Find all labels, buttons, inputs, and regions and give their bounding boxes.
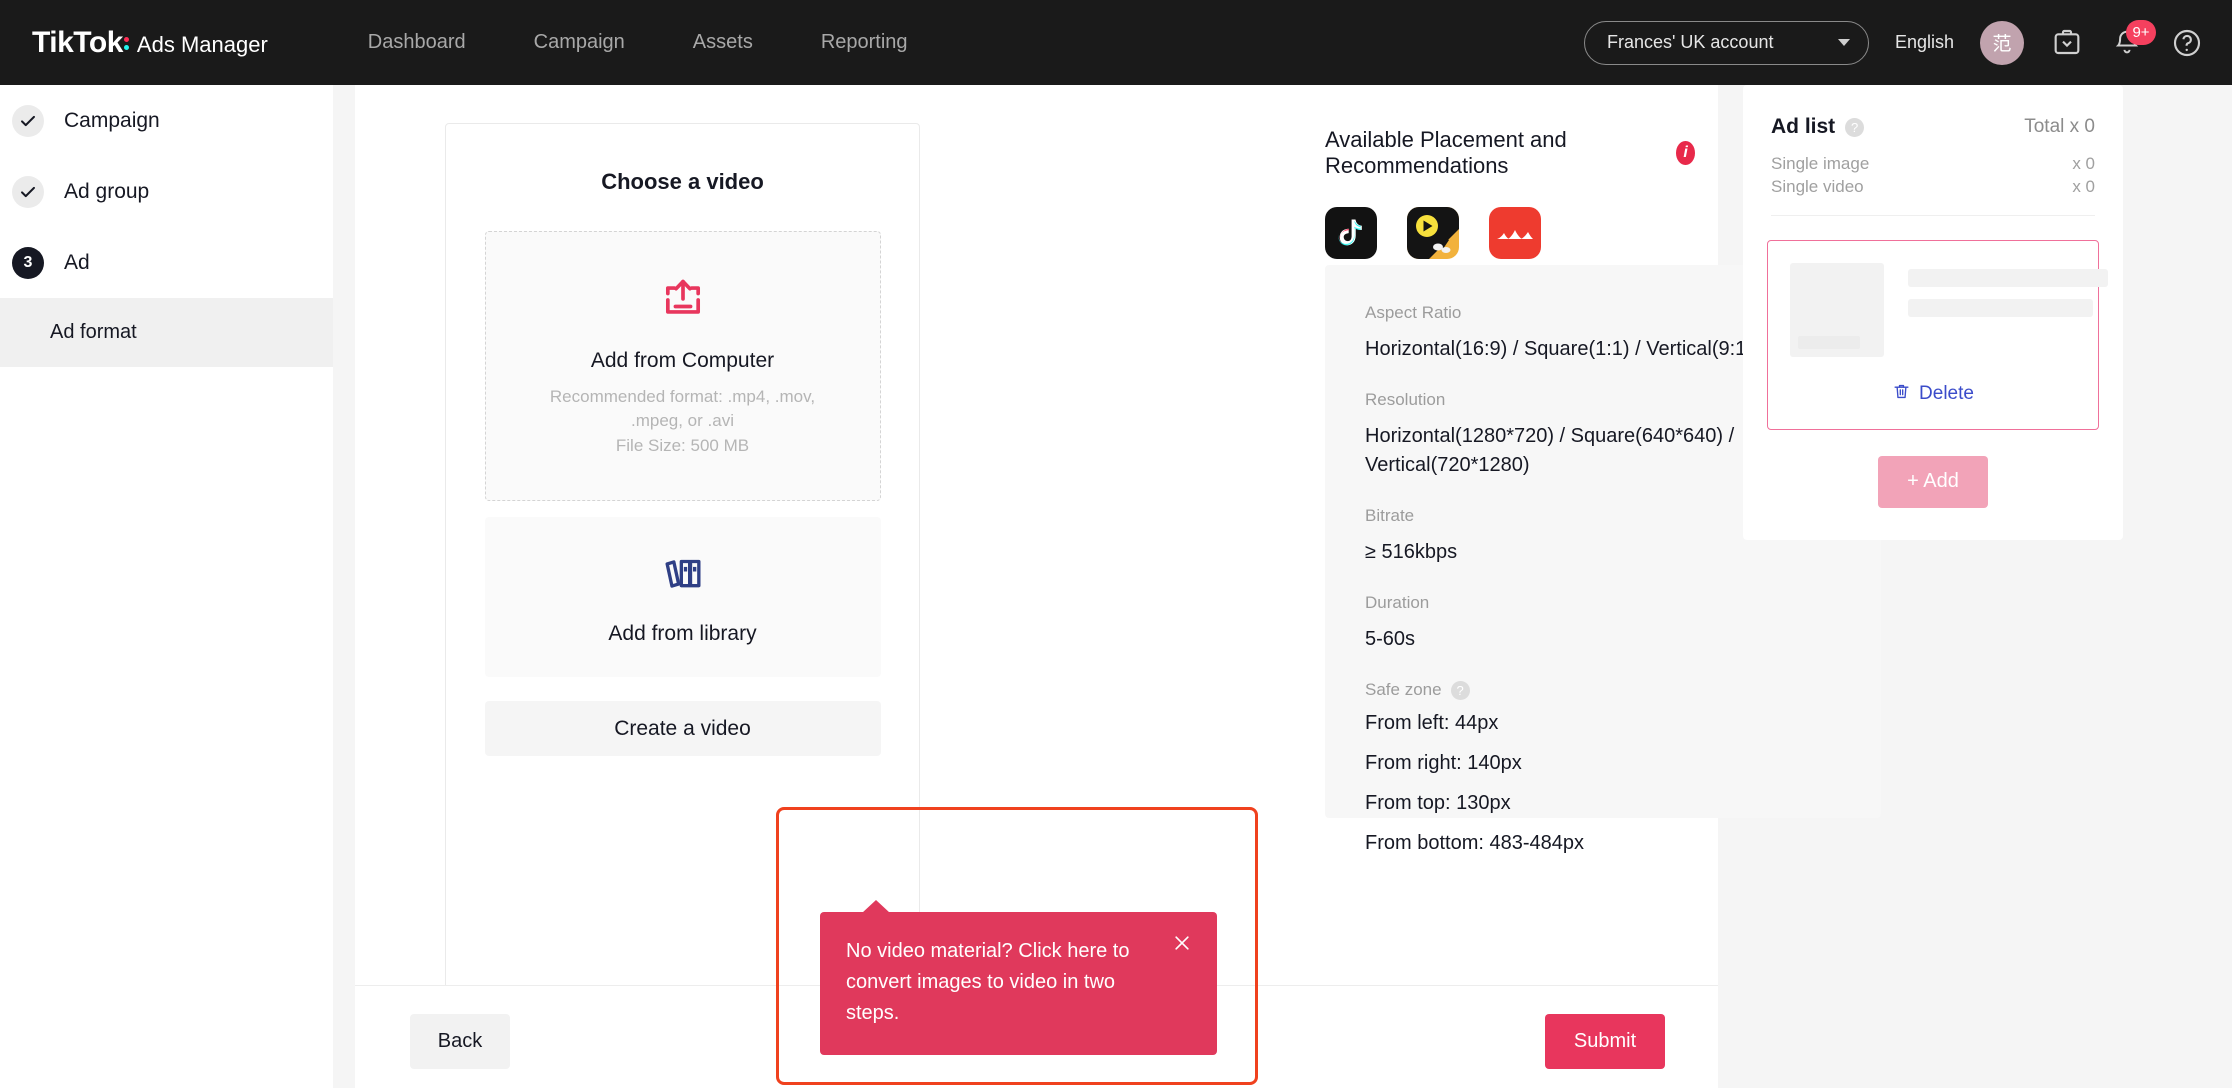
logo-tiktok-text: TikTok [32, 25, 123, 59]
ad-list-header: Ad list ? Total x 0 Single image x 0 Sin… [1743, 85, 2123, 216]
header-actions: Frances' UK account English 范 9+ [1583, 19, 2204, 65]
sidebar-item-ad-format[interactable]: Ad format [0, 298, 333, 367]
breakdown-count-single-video: x 0 [2072, 176, 2095, 196]
workspace: Choose a video Add from Computer Recomme… [333, 85, 2232, 1088]
nav-item-campaign[interactable]: Campaign [534, 31, 625, 54]
safe-zone-label-text: Safe zone [1365, 680, 1442, 699]
nav-item-assets[interactable]: Assets [693, 31, 753, 54]
language-selector[interactable]: English [1895, 32, 1954, 53]
logo-subtitle: Ads Manager [136, 31, 268, 57]
delete-ad-button[interactable]: Delete [1768, 382, 2098, 407]
nav-item-reporting[interactable]: Reporting [821, 31, 908, 54]
sidebar-step-label-ad: Ad [64, 250, 90, 274]
placements-header: Available Placement and Recommendations … [1325, 127, 1695, 179]
breakdown-row-single-video: Single video x 0 [1771, 176, 2095, 199]
choose-video-card: Choose a video Add from Computer Recomme… [445, 123, 920, 991]
breakdown-row-single-image: Single image x 0 [1771, 153, 2095, 176]
sidebar-step-label-ad-group: Ad group [64, 179, 150, 203]
delete-ad-label: Delete [1919, 383, 1974, 405]
check-icon [12, 175, 44, 208]
add-from-library-button[interactable]: Add from library [484, 517, 881, 677]
upload-hint-line-3: File Size: 500 MB [615, 435, 750, 455]
add-ad-wrapper: + Add [1743, 430, 2123, 540]
upload-hint-line-2: .mpeg, or .avi [630, 411, 734, 431]
upload-dropzone-title: Add from Computer [590, 348, 775, 372]
main-nav: Dashboard Campaign Assets Reporting [368, 31, 908, 54]
choose-video-title: Choose a video [601, 169, 764, 194]
safe-zone-line-bottom: From bottom: 483-484px [1365, 832, 1584, 854]
sidebar-step-label-campaign: Campaign [64, 108, 160, 132]
help-icon[interactable] [2170, 26, 2204, 60]
breakdown-label-single-image: Single image [1771, 154, 1870, 173]
account-name: Frances' UK account [1606, 32, 1774, 52]
vigo-icon [1407, 207, 1459, 259]
tooltip-arrow-icon [862, 900, 890, 913]
spec-value-bitrate: ≥ 516kbps [1365, 541, 1458, 563]
question-icon[interactable]: ? [1845, 117, 1865, 137]
ad-card[interactable]: Delete [1767, 239, 2108, 430]
top-header: TikTok Ads Manager Dashboard Campaign As… [0, 0, 2232, 85]
sidebar-step-campaign[interactable]: Campaign [0, 85, 333, 156]
ad-title-placeholder [1908, 268, 2108, 287]
avatar[interactable]: 范 [1980, 20, 2024, 65]
nav-item-dashboard[interactable]: Dashboard [368, 31, 466, 54]
sidebar-substep-label: Ad format [50, 321, 137, 343]
ad-thumbnail-placeholder [1790, 262, 1884, 357]
tooltip-message: No video material? Click here to convert… [846, 940, 1130, 1024]
upload-dropzone[interactable]: Add from Computer Recommended format: .m… [484, 231, 881, 501]
app-logo[interactable]: TikTok Ads Manager [32, 26, 268, 60]
library-books-icon [658, 549, 708, 604]
check-icon [12, 104, 44, 137]
create-a-video-button[interactable]: Create a video [484, 701, 881, 756]
upload-hint-line-1: Recommended format: .mp4, .mov, [549, 386, 816, 406]
ad-list-title-row: Ad list ? Total x 0 [1771, 115, 2095, 139]
account-selector[interactable]: Frances' UK account [1583, 20, 1869, 65]
ad-list-title: Ad list [1771, 115, 1836, 138]
breakdown-count-single-image: x 0 [2072, 154, 2095, 173]
logo-dots-icon [123, 36, 129, 50]
step-number-badge: 3 [12, 246, 44, 279]
upload-icon [657, 274, 709, 331]
notification-badge: 9+ [2126, 19, 2156, 45]
inbox-icon[interactable] [2050, 26, 2084, 60]
safe-zone-line-right: From right: 140px [1365, 752, 1522, 774]
safe-zone-line-top: From top: 130px [1365, 792, 1511, 814]
back-button[interactable]: Back [410, 1014, 510, 1069]
spec-value-duration: 5-60s [1365, 628, 1416, 650]
bell-icon[interactable]: 9+ [2110, 19, 2156, 60]
spec-label-safe-zone: Safe zone ? [1365, 680, 1841, 700]
add-ad-button[interactable]: + Add [1878, 455, 1988, 508]
close-icon[interactable] [1169, 930, 1195, 956]
placement-tab-vigo[interactable] [1407, 207, 1459, 272]
question-icon[interactable]: ? [1450, 680, 1470, 700]
left-sidebar: Campaign Ad group 3 Ad Ad format [0, 85, 333, 1088]
placement-tab-tiktok[interactable] [1325, 207, 1377, 272]
spec-label-duration: Duration [1365, 593, 1430, 612]
pangle-icon [1489, 207, 1541, 259]
placements-title: Available Placement and Recommendations [1325, 127, 1567, 178]
sidebar-step-ad-group[interactable]: Ad group [0, 156, 333, 227]
ad-list-panel: Ad list ? Total x 0 Single image x 0 Sin… [1743, 85, 2123, 540]
ad-list-total: Total x 0 [2024, 116, 2095, 137]
tiktok-icon [1325, 207, 1377, 259]
breakdown-label-single-video: Single video [1771, 176, 1864, 196]
placements-section: Available Placement and Recommendations … [995, 85, 1881, 854]
upload-dropzone-hint: Recommended format: .mp4, .mov, .mpeg, o… [550, 385, 815, 459]
submit-button[interactable]: Submit [1545, 1014, 1665, 1069]
ad-list-breakdown: Single image x 0 Single video x 0 [1771, 153, 2095, 199]
chevron-down-icon [1837, 39, 1850, 46]
info-icon[interactable]: i [1676, 141, 1695, 165]
add-from-library-label: Add from library [608, 621, 757, 645]
safe-zone-line-left: From left: 44px [1365, 712, 1499, 734]
trash-icon [1892, 382, 1911, 407]
placement-tabs [1325, 207, 1695, 272]
ad-subtitle-placeholder [1908, 298, 2093, 317]
divider [1771, 214, 2095, 216]
create-video-tooltip: No video material? Click here to convert… [820, 900, 1217, 1055]
placement-tab-pangle[interactable] [1489, 207, 1541, 272]
sidebar-step-ad[interactable]: 3 Ad [0, 227, 333, 298]
